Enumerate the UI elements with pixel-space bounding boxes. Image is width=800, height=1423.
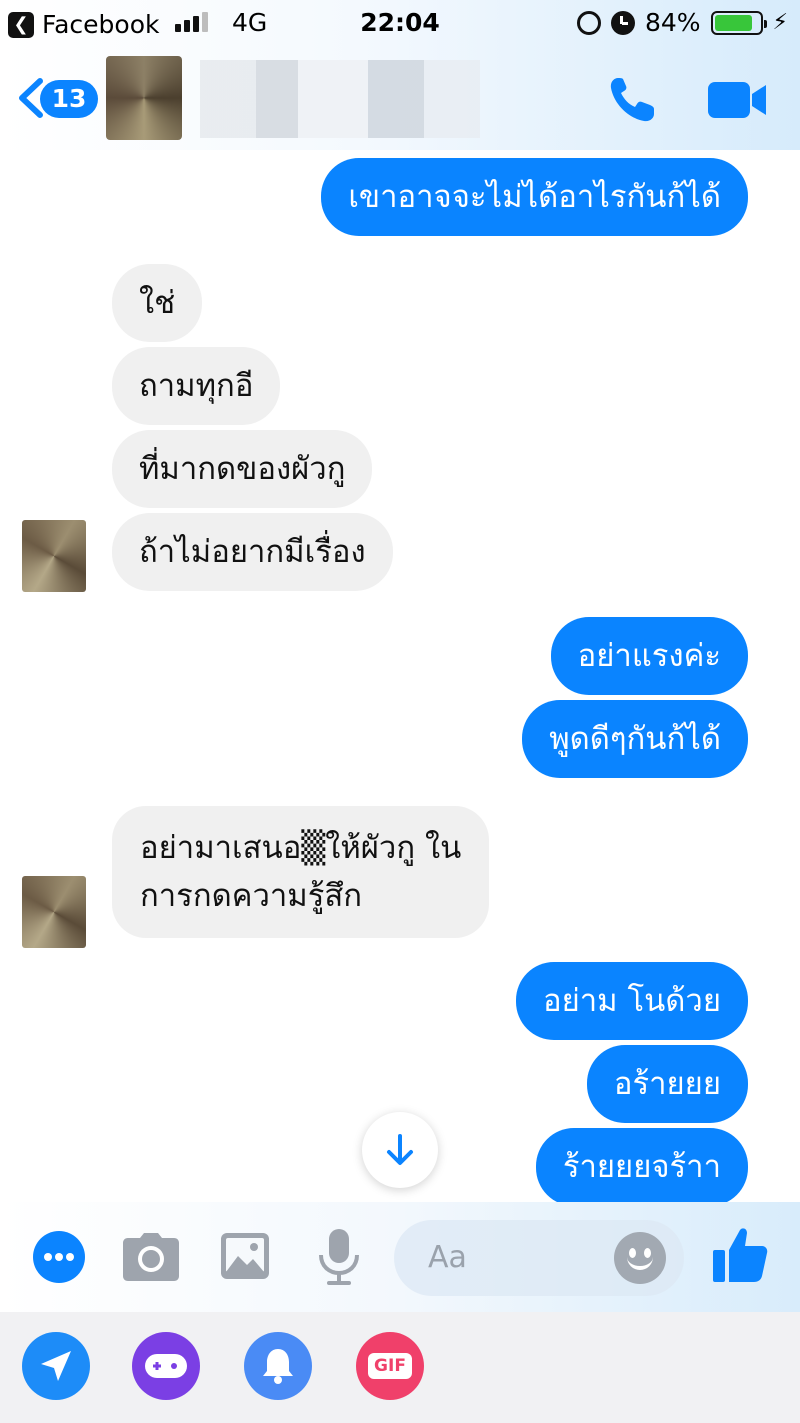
charging-icon: ⚡ <box>772 10 788 35</box>
gif-label: GIF <box>368 1353 412 1379</box>
status-bar: ❮ Facebook 4G 22:04 84% ⚡ <box>0 0 800 44</box>
message-line: การกดความรู้สึก <box>140 878 363 914</box>
message-input[interactable]: Aa <box>394 1220 684 1296</box>
message-bubble-incoming[interactable]: ใช่ <box>112 264 203 342</box>
chat-header: 13 <box>0 44 800 154</box>
sender-avatar[interactable] <box>22 520 86 592</box>
microphone-icon[interactable] <box>318 1228 360 1286</box>
battery-icon <box>710 10 767 35</box>
message-bubble-incoming-multiline[interactable]: อย่ามาเสนอ▒ให้ผัวกู ใน การกดความรู้สึก <box>112 806 490 938</box>
battery-percent: 84% <box>644 8 701 37</box>
rotation-lock-icon <box>576 10 601 35</box>
location-button[interactable] <box>22 1332 90 1400</box>
unread-count-badge[interactable]: 13 <box>40 80 98 118</box>
video-call-icon[interactable] <box>706 78 768 122</box>
composer-bar: Aa <box>0 1202 800 1312</box>
message-bubble-outgoing[interactable]: พูดดีๆกันก้ได้ <box>522 700 748 778</box>
message-line: อย่ามาเสนอ▒ให้ผัวกู ใน <box>140 830 462 866</box>
gif-button[interactable]: GIF <box>356 1332 424 1400</box>
gallery-icon[interactable] <box>220 1232 270 1280</box>
message-bubble-outgoing[interactable]: อร้ายยย <box>586 1045 748 1123</box>
games-button[interactable] <box>132 1332 200 1400</box>
message-bubble-incoming[interactable]: ถามทุกอี <box>112 347 281 425</box>
emoji-icon[interactable] <box>614 1232 666 1284</box>
game-controller-icon <box>145 1354 187 1378</box>
scroll-to-bottom-button[interactable] <box>362 1112 438 1188</box>
reminders-button[interactable] <box>244 1332 312 1400</box>
bell-icon <box>263 1349 293 1384</box>
arrow-down-icon <box>387 1134 413 1165</box>
message-bubble-outgoing[interactable]: อย่าม โนด้วย <box>515 962 748 1040</box>
alarm-icon <box>610 10 635 35</box>
message-bubble-incoming[interactable]: ถ้าไม่อยากมีเรื่อง <box>112 513 393 591</box>
message-bubble-incoming[interactable]: ที่มากดของผัวกู <box>112 430 373 508</box>
apps-tray: GIF <box>0 1312 800 1423</box>
thumbs-up-icon[interactable] <box>712 1226 768 1284</box>
message-bubble-outgoing[interactable]: อย่าแรงค่ะ <box>550 617 748 695</box>
contact-name-redacted[interactable] <box>200 60 480 138</box>
phone-call-icon[interactable] <box>606 74 662 126</box>
message-input-placeholder: Aa <box>428 1240 467 1275</box>
send-location-icon <box>41 1351 71 1381</box>
camera-icon[interactable] <box>122 1232 180 1282</box>
message-bubble-outgoing[interactable]: ร้ายยยจร้าา <box>535 1128 748 1206</box>
sender-avatar[interactable] <box>22 876 86 948</box>
more-options-icon[interactable] <box>32 1230 86 1284</box>
message-bubble-outgoing[interactable]: เขาอาจจะไม่ได้อาไรกันก้ได้ <box>321 158 748 236</box>
contact-avatar[interactable] <box>106 56 182 140</box>
